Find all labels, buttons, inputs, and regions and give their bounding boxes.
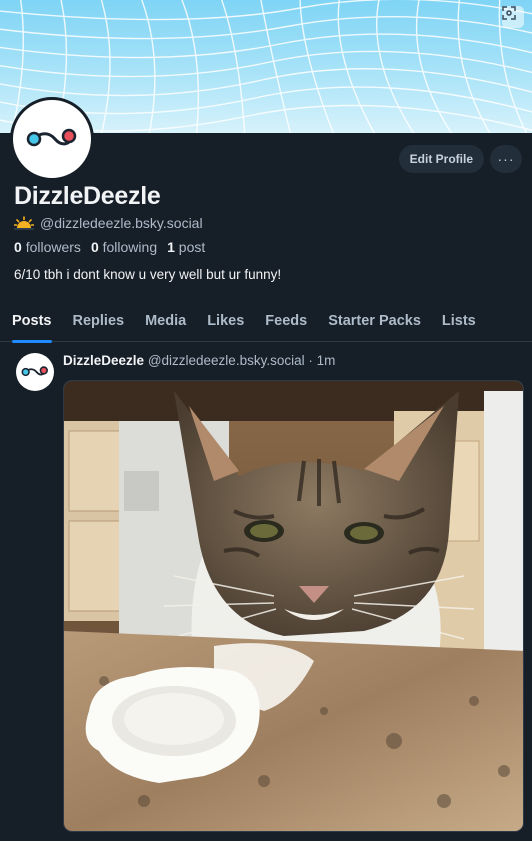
profile-tabs: Posts Replies Media Likes Feeds Starter … <box>0 300 532 343</box>
post-author-avatar[interactable] <box>16 353 54 391</box>
avatar-logo-icon <box>26 128 77 147</box>
ellipsis-icon: ··· <box>497 151 515 167</box>
profile-stats: 0 followers 0 following 1 post <box>14 239 205 255</box>
sunrise-icon <box>14 216 34 230</box>
tab-posts[interactable]: Posts <box>12 300 52 343</box>
profile-bio: 6/10 tbh i dont know u very well but ur … <box>14 267 282 282</box>
profile-display-name: DizzleDeezle <box>14 182 161 210</box>
tab-starter-packs[interactable]: Starter Packs <box>328 300 421 342</box>
post-separator: · <box>308 353 313 368</box>
edit-profile-button[interactable]: Edit Profile <box>398 145 484 173</box>
following-stat[interactable]: 0 following <box>91 239 157 255</box>
posts-stat: 1 post <box>167 239 206 255</box>
tab-lists[interactable]: Lists <box>442 300 476 342</box>
profile-actions: Edit Profile ··· <box>398 145 522 173</box>
post-author-handle[interactable]: @dizzledeezle.bsky.social <box>148 353 305 368</box>
more-options-button[interactable]: ··· <box>490 145 522 173</box>
post-author-name[interactable]: DizzleDeezle <box>63 353 144 368</box>
tab-feeds[interactable]: Feeds <box>265 300 307 342</box>
feed-post[interactable]: DizzleDeezle @dizzledeezle.bsky.social ·… <box>0 343 532 841</box>
profile-handle-row: @dizzledeezle.bsky.social <box>14 215 203 231</box>
profile-handle[interactable]: @dizzledeezle.bsky.social <box>40 215 203 231</box>
profile-avatar[interactable] <box>10 97 94 181</box>
post-header: DizzleDeezle @dizzledeezle.bsky.social ·… <box>63 353 335 368</box>
tab-likes[interactable]: Likes <box>207 300 244 342</box>
tab-replies[interactable]: Replies <box>73 300 125 342</box>
tab-media[interactable]: Media <box>145 300 186 342</box>
cat-photo <box>64 381 523 831</box>
followers-stat[interactable]: 0 followers <box>14 239 81 255</box>
post-image[interactable] <box>63 380 524 832</box>
post-timestamp[interactable]: 1m <box>317 353 336 368</box>
avatar-logo-icon <box>21 366 48 377</box>
expand-icon[interactable] <box>502 6 524 28</box>
